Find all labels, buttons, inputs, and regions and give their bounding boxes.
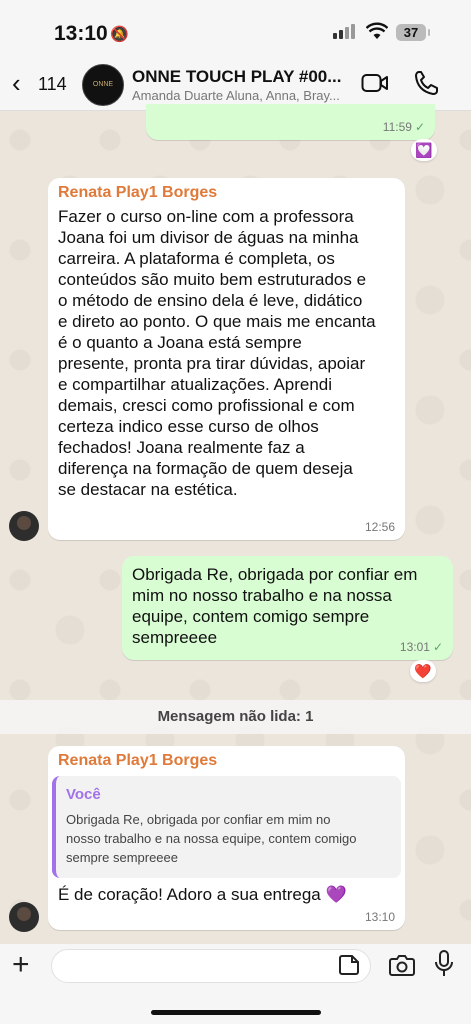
sticker-icon[interactable] — [338, 954, 360, 976]
message-line: carreira. A plataforma é completa, os — [58, 249, 335, 268]
message-time: 13:10 — [364, 910, 395, 924]
message-text: Fazer o curso on-line com a professora J… — [58, 206, 403, 500]
quoted-line: sempre sempreeee — [66, 850, 178, 865]
message-reaction[interactable]: 💟 — [411, 139, 437, 161]
sender-name: Renata Play1 Borges — [58, 184, 218, 201]
reaction-emoji: 💟 — [415, 142, 433, 158]
sender-name: Renata Play1 Borges — [58, 752, 218, 769]
video-call-icon[interactable] — [361, 72, 389, 94]
quoted-message[interactable]: Você Obrigada Re, obrigada por confiar e… — [52, 776, 401, 878]
wifi-icon — [366, 22, 388, 39]
message-line: conteúdos são muito bem estruturados e — [58, 270, 367, 289]
cellular-signal-icon — [333, 24, 355, 39]
message-line: fechados! Joana realmente faz a — [58, 438, 305, 457]
message-line: mim no nosso trabalho e na nossa — [132, 586, 392, 605]
message-line: Fazer o curso on-line com a professora — [58, 207, 354, 226]
voice-call-icon[interactable] — [414, 70, 438, 96]
mute-bell-icon: 🔕 — [110, 26, 129, 43]
group-title[interactable]: ONNE TOUCH PLAY #00... — [132, 67, 348, 87]
sender-avatar[interactable] — [9, 511, 39, 541]
quoted-text: Obrigada Re, obrigada por confiar em mim… — [66, 810, 401, 867]
status-bar: 13:10 🔕 37 — [0, 0, 471, 58]
message-time: 11:59 — [382, 120, 412, 134]
message-line: Obrigada Re, obrigada por confiar em — [132, 565, 418, 584]
message-input[interactable] — [51, 949, 371, 983]
message-line: e direto ao ponto. O que mais me encanta — [58, 312, 376, 331]
message-text: Obrigada Re, obrigada por confiar em mim… — [132, 564, 450, 648]
message-meta: 11:59 ✓ — [383, 120, 425, 134]
message-line: o método de ensino dela é leve, didático — [58, 291, 363, 310]
message-line: Joana foi um divisor de águas na minha — [58, 228, 359, 247]
message-line: diferença na formação de quem deseja — [58, 459, 353, 478]
back-chevron-icon[interactable]: ‹ — [12, 70, 21, 96]
camera-icon[interactable] — [389, 954, 415, 976]
battery-icon: 37 — [396, 24, 430, 41]
sender-avatar[interactable] — [9, 902, 39, 932]
message-time: 13:01 — [399, 640, 430, 654]
message-line: certeza indico esse curso de olhos — [58, 417, 319, 436]
message-line: se destacar na estética. — [58, 480, 238, 499]
quoted-line: nosso trabalho e na nossa equipe, contem… — [66, 831, 357, 846]
quoted-line: Obrigada Re, obrigada por confiar em mim… — [66, 812, 331, 827]
unread-separator: Mensagem não lida: 1 — [0, 700, 471, 734]
outgoing-message-bubble[interactable]: 11:59 ✓ — [146, 104, 435, 140]
group-avatar[interactable]: ONNE — [82, 64, 124, 106]
reaction-emoji: ❤️ — [414, 663, 432, 679]
incoming-message-bubble[interactable]: Renata Play1 Borges Fazer o curso on-lin… — [48, 178, 405, 540]
sent-check-icon: ✓ — [432, 640, 443, 654]
back-unread-count[interactable]: 114 — [38, 74, 67, 95]
message-text: É de coração! Adoro a sua entrega 💜 — [58, 885, 347, 904]
group-members[interactable]: Amanda Duarte Aluna, Anna, Bray... — [132, 88, 348, 103]
message-meta: 13:01 ✓ — [400, 640, 443, 654]
home-indicator — [151, 1010, 321, 1015]
message-line: e compartilhar atualizações. Aprendi — [58, 375, 333, 394]
incoming-message-bubble[interactable]: Renata Play1 Borges Você Obrigada Re, ob… — [48, 746, 405, 930]
message-time: 12:56 — [364, 520, 395, 534]
message-reaction[interactable]: ❤️ — [410, 660, 436, 682]
attach-plus-icon[interactable]: + — [12, 950, 30, 980]
status-time: 13:10 — [54, 22, 108, 45]
message-line: presente, pronta pra tirar dúvidas, apoi… — [58, 354, 366, 373]
message-line: demais, cresci como profissional e com — [58, 396, 355, 415]
quoted-sender: Você — [66, 786, 101, 803]
battery-level: 37 — [403, 25, 419, 40]
sent-check-icon: ✓ — [414, 120, 425, 134]
message-line: equipe, contem comigo sempre — [132, 607, 370, 626]
message-line: é o quanto a Joana está sempre — [58, 333, 302, 352]
outgoing-message-bubble[interactable]: Obrigada Re, obrigada por confiar em mim… — [122, 556, 453, 660]
microphone-icon[interactable] — [435, 950, 453, 978]
composer-bar: + — [0, 944, 471, 1024]
